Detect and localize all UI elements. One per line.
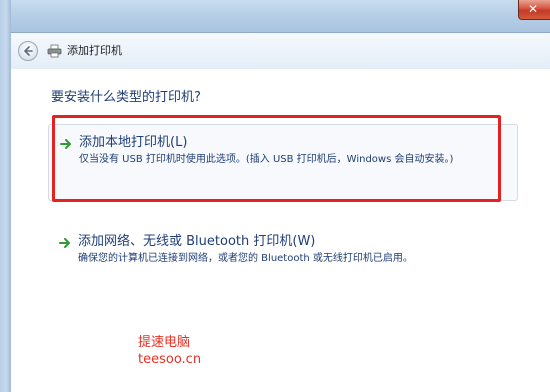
option-add-network-printer[interactable]: 添加网络、无线或 Bluetooth 打印机(W) 确保您的计算机已连接到网络，… bbox=[48, 229, 518, 271]
option-description: 确保您的计算机已连接到网络，或者您的 Bluetooth 或无线打印机已启用。 bbox=[78, 253, 413, 264]
watermark-text: 提速电脑 bbox=[138, 335, 191, 350]
page-heading: 要安装什么类型的打印机? bbox=[51, 90, 201, 105]
option-title: 添加网络、无线或 Bluetooth 打印机(W) bbox=[78, 234, 316, 249]
wizard-content: 要安装什么类型的打印机? 添加本地打印机(L) 仅当没有 USB 打印机时使用此… bbox=[11, 69, 550, 392]
window-title-bar bbox=[0, 0, 550, 32]
navigation-bar: 添加打印机 bbox=[11, 32, 550, 69]
close-button[interactable]: ✕ bbox=[518, 0, 550, 20]
green-arrow-icon bbox=[59, 238, 70, 248]
watermark-url: teesoo.cn bbox=[138, 352, 202, 367]
highlight-box bbox=[52, 115, 501, 202]
window-left-border bbox=[0, 0, 11, 392]
nav-title: 添加打印机 bbox=[67, 44, 122, 57]
back-button[interactable] bbox=[18, 41, 38, 61]
printer-icon bbox=[47, 44, 62, 58]
back-arrow-icon bbox=[24, 46, 33, 56]
